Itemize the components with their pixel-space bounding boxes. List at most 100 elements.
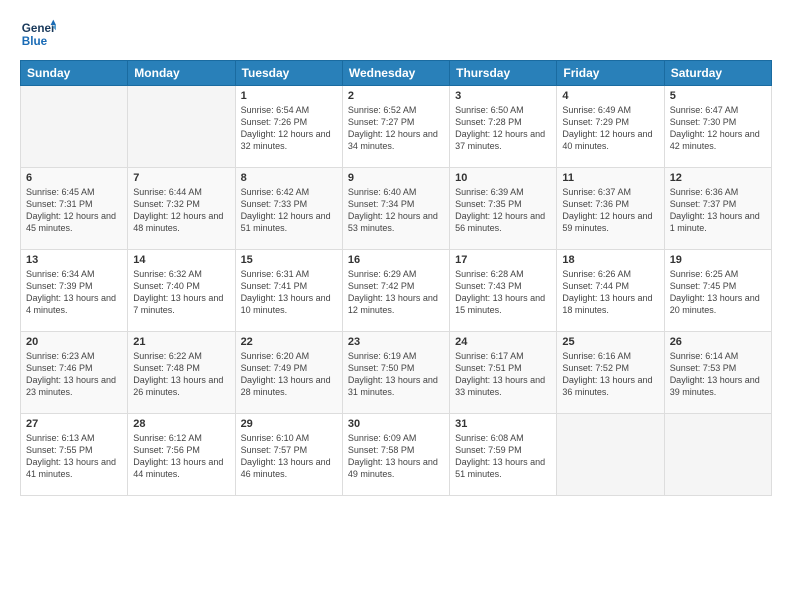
day-info: Sunrise: 6:22 AM Sunset: 7:48 PM Dayligh… bbox=[133, 350, 229, 399]
week-row-1: 6 Sunrise: 6:45 AM Sunset: 7:31 PM Daylig… bbox=[21, 168, 772, 250]
day-header-tuesday: Tuesday bbox=[235, 61, 342, 86]
week-row-4: 27 Sunrise: 6:13 AM Sunset: 7:55 PM Dayli… bbox=[21, 414, 772, 496]
day-number: 16 bbox=[348, 254, 444, 266]
day-number: 22 bbox=[241, 336, 337, 348]
day-number: 20 bbox=[26, 336, 122, 348]
day-number: 14 bbox=[133, 254, 229, 266]
day-info: Sunrise: 6:10 AM Sunset: 7:57 PM Dayligh… bbox=[241, 432, 337, 481]
day-number: 28 bbox=[133, 418, 229, 430]
calendar: SundayMondayTuesdayWednesdayThursdayFrid… bbox=[20, 60, 772, 496]
day-header-thursday: Thursday bbox=[450, 61, 557, 86]
day-info: Sunrise: 6:28 AM Sunset: 7:43 PM Dayligh… bbox=[455, 268, 551, 317]
day-cell: 28 Sunrise: 6:12 AM Sunset: 7:56 PM Dayli… bbox=[128, 414, 235, 496]
day-number: 25 bbox=[562, 336, 658, 348]
calendar-body: 1Sunrise: 6:54 AM Sunset: 7:26 PM Daylig… bbox=[21, 86, 772, 496]
page: General Blue SundayMondayTuesdayWednesda… bbox=[0, 0, 792, 506]
day-cell: 27 Sunrise: 6:13 AM Sunset: 7:55 PM Dayli… bbox=[21, 414, 128, 496]
day-number: 29 bbox=[241, 418, 337, 430]
day-info: Sunrise: 6:45 AM Sunset: 7:31 PM Dayligh… bbox=[26, 186, 122, 235]
day-header-monday: Monday bbox=[128, 61, 235, 86]
day-cell: 18 Sunrise: 6:26 AM Sunset: 7:44 PM Dayli… bbox=[557, 250, 664, 332]
day-info: Sunrise: 6:42 AM Sunset: 7:33 PM Dayligh… bbox=[241, 186, 337, 235]
day-info: Sunrise: 6:19 AM Sunset: 7:50 PM Dayligh… bbox=[348, 350, 444, 399]
day-cell: 8 Sunrise: 6:42 AM Sunset: 7:33 PM Daylig… bbox=[235, 168, 342, 250]
day-header-sunday: Sunday bbox=[21, 61, 128, 86]
day-info: Sunrise: 6:36 AM Sunset: 7:37 PM Dayligh… bbox=[670, 186, 766, 235]
day-header-saturday: Saturday bbox=[664, 61, 771, 86]
day-header-wednesday: Wednesday bbox=[342, 61, 449, 86]
day-cell: 29 Sunrise: 6:10 AM Sunset: 7:57 PM Dayli… bbox=[235, 414, 342, 496]
day-info: Sunrise: 6:49 AM Sunset: 7:29 PM Dayligh… bbox=[562, 104, 658, 153]
day-info: Sunrise: 6:14 AM Sunset: 7:53 PM Dayligh… bbox=[670, 350, 766, 399]
day-cell: 2 Sunrise: 6:52 AM Sunset: 7:27 PM Daylig… bbox=[342, 86, 449, 168]
day-cell: 15Sunrise: 6:31 AM Sunset: 7:41 PM Dayli… bbox=[235, 250, 342, 332]
day-cell: 30Sunrise: 6:09 AM Sunset: 7:58 PM Dayli… bbox=[342, 414, 449, 496]
day-cell: 4 Sunrise: 6:49 AM Sunset: 7:29 PM Daylig… bbox=[557, 86, 664, 168]
day-number: 7 bbox=[133, 172, 229, 184]
day-info: Sunrise: 6:23 AM Sunset: 7:46 PM Dayligh… bbox=[26, 350, 122, 399]
day-info: Sunrise: 6:37 AM Sunset: 7:36 PM Dayligh… bbox=[562, 186, 658, 235]
day-cell bbox=[21, 86, 128, 168]
day-cell: 17Sunrise: 6:28 AM Sunset: 7:43 PM Dayli… bbox=[450, 250, 557, 332]
day-number: 9 bbox=[348, 172, 444, 184]
day-info: Sunrise: 6:50 AM Sunset: 7:28 PM Dayligh… bbox=[455, 104, 551, 153]
day-number: 8 bbox=[241, 172, 337, 184]
day-cell: 3Sunrise: 6:50 AM Sunset: 7:28 PM Daylig… bbox=[450, 86, 557, 168]
day-cell: 21 Sunrise: 6:22 AM Sunset: 7:48 PM Dayli… bbox=[128, 332, 235, 414]
day-number: 27 bbox=[26, 418, 122, 430]
day-number: 11 bbox=[562, 172, 658, 184]
header: General Blue bbox=[20, 16, 772, 52]
day-number: 10 bbox=[455, 172, 551, 184]
day-cell: 9 Sunrise: 6:40 AM Sunset: 7:34 PM Daylig… bbox=[342, 168, 449, 250]
day-cell bbox=[128, 86, 235, 168]
day-cell: 11 Sunrise: 6:37 AM Sunset: 7:36 PM Dayli… bbox=[557, 168, 664, 250]
day-cell: 7 Sunrise: 6:44 AM Sunset: 7:32 PM Daylig… bbox=[128, 168, 235, 250]
day-number: 2 bbox=[348, 90, 444, 102]
day-number: 19 bbox=[670, 254, 766, 266]
week-row-3: 20 Sunrise: 6:23 AM Sunset: 7:46 PM Dayli… bbox=[21, 332, 772, 414]
logo: General Blue bbox=[20, 16, 60, 52]
day-number: 6 bbox=[26, 172, 122, 184]
day-info: Sunrise: 6:13 AM Sunset: 7:55 PM Dayligh… bbox=[26, 432, 122, 481]
day-info: Sunrise: 6:44 AM Sunset: 7:32 PM Dayligh… bbox=[133, 186, 229, 235]
calendar-header: SundayMondayTuesdayWednesdayThursdayFrid… bbox=[21, 61, 772, 86]
day-number: 15 bbox=[241, 254, 337, 266]
day-number: 18 bbox=[562, 254, 658, 266]
day-number: 24 bbox=[455, 336, 551, 348]
day-info: Sunrise: 6:34 AM Sunset: 7:39 PM Dayligh… bbox=[26, 268, 122, 317]
day-info: Sunrise: 6:52 AM Sunset: 7:27 PM Dayligh… bbox=[348, 104, 444, 153]
day-number: 4 bbox=[562, 90, 658, 102]
day-info: Sunrise: 6:12 AM Sunset: 7:56 PM Dayligh… bbox=[133, 432, 229, 481]
day-info: Sunrise: 6:54 AM Sunset: 7:26 PM Dayligh… bbox=[241, 104, 337, 153]
day-number: 26 bbox=[670, 336, 766, 348]
day-number: 21 bbox=[133, 336, 229, 348]
logo-icon: General Blue bbox=[20, 16, 56, 52]
day-info: Sunrise: 6:39 AM Sunset: 7:35 PM Dayligh… bbox=[455, 186, 551, 235]
day-info: Sunrise: 6:16 AM Sunset: 7:52 PM Dayligh… bbox=[562, 350, 658, 399]
day-cell: 6 Sunrise: 6:45 AM Sunset: 7:31 PM Daylig… bbox=[21, 168, 128, 250]
day-info: Sunrise: 6:17 AM Sunset: 7:51 PM Dayligh… bbox=[455, 350, 551, 399]
day-cell: 24 Sunrise: 6:17 AM Sunset: 7:51 PM Dayli… bbox=[450, 332, 557, 414]
day-info: Sunrise: 6:20 AM Sunset: 7:49 PM Dayligh… bbox=[241, 350, 337, 399]
day-info: Sunrise: 6:29 AM Sunset: 7:42 PM Dayligh… bbox=[348, 268, 444, 317]
day-cell: 19 Sunrise: 6:25 AM Sunset: 7:45 PM Dayli… bbox=[664, 250, 771, 332]
day-cell: 5Sunrise: 6:47 AM Sunset: 7:30 PM Daylig… bbox=[664, 86, 771, 168]
day-number: 23 bbox=[348, 336, 444, 348]
day-info: Sunrise: 6:40 AM Sunset: 7:34 PM Dayligh… bbox=[348, 186, 444, 235]
day-cell: 20 Sunrise: 6:23 AM Sunset: 7:46 PM Dayli… bbox=[21, 332, 128, 414]
day-cell: 31Sunrise: 6:08 AM Sunset: 7:59 PM Dayli… bbox=[450, 414, 557, 496]
day-number: 12 bbox=[670, 172, 766, 184]
day-cell: 13Sunrise: 6:34 AM Sunset: 7:39 PM Dayli… bbox=[21, 250, 128, 332]
week-row-2: 13Sunrise: 6:34 AM Sunset: 7:39 PM Dayli… bbox=[21, 250, 772, 332]
day-info: Sunrise: 6:25 AM Sunset: 7:45 PM Dayligh… bbox=[670, 268, 766, 317]
day-cell: 22 Sunrise: 6:20 AM Sunset: 7:49 PM Dayli… bbox=[235, 332, 342, 414]
day-cell: 26 Sunrise: 6:14 AM Sunset: 7:53 PM Dayli… bbox=[664, 332, 771, 414]
day-number: 5 bbox=[670, 90, 766, 102]
day-number: 30 bbox=[348, 418, 444, 430]
day-cell: 1Sunrise: 6:54 AM Sunset: 7:26 PM Daylig… bbox=[235, 86, 342, 168]
day-header-row: SundayMondayTuesdayWednesdayThursdayFrid… bbox=[21, 61, 772, 86]
day-info: Sunrise: 6:26 AM Sunset: 7:44 PM Dayligh… bbox=[562, 268, 658, 317]
week-row-0: 1Sunrise: 6:54 AM Sunset: 7:26 PM Daylig… bbox=[21, 86, 772, 168]
day-cell: 16 Sunrise: 6:29 AM Sunset: 7:42 PM Dayli… bbox=[342, 250, 449, 332]
day-cell: 23 Sunrise: 6:19 AM Sunset: 7:50 PM Dayli… bbox=[342, 332, 449, 414]
